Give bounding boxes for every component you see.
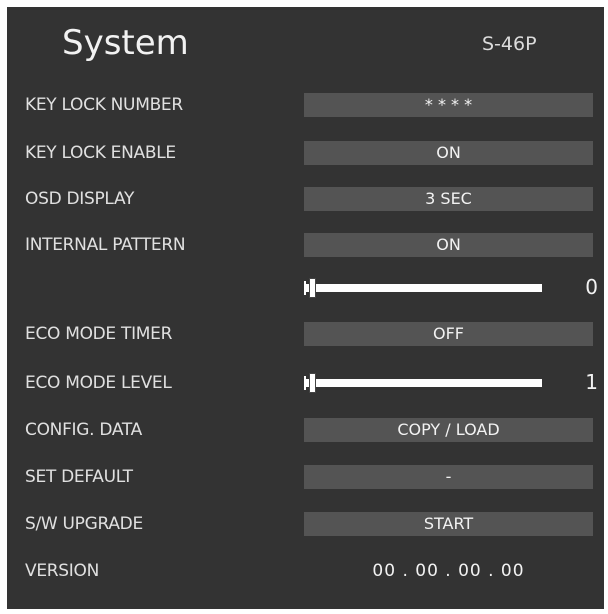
row-sw-upgrade: S/W UPGRADE START: [7, 510, 604, 540]
system-menu-panel: System S-46P KEY LOCK NUMBER * * * * KEY…: [7, 7, 604, 609]
internal-pattern-field[interactable]: ON: [304, 233, 593, 257]
row-set-default: SET DEFAULT -: [7, 463, 604, 493]
eco-mode-timer-field[interactable]: OFF: [304, 322, 593, 346]
eco-mode-timer-label: ECO MODE TIMER: [25, 324, 173, 344]
row-version: VERSION 00 . 00 . 00 . 00: [7, 557, 604, 587]
row-osd-display: OSD DISPLAY 3 SEC: [7, 185, 604, 215]
key-lock-enable-label: KEY LOCK ENABLE: [25, 143, 176, 163]
set-default-field[interactable]: -: [304, 465, 593, 489]
key-lock-number-field[interactable]: * * * *: [304, 93, 593, 117]
row-config-data: CONFIG. DATA COPY / LOAD: [7, 416, 604, 446]
slider-thumb[interactable]: [309, 373, 316, 393]
row-eco-mode-level: ECO MODE LEVEL 1: [7, 369, 604, 399]
key-lock-number-label: KEY LOCK NUMBER: [25, 95, 183, 115]
internal-pattern-label: INTERNAL PATTERN: [25, 235, 186, 255]
osd-display-field[interactable]: 3 SEC: [304, 187, 593, 211]
row-eco-mode-timer: ECO MODE TIMER OFF: [7, 320, 604, 350]
eco-mode-level-slider[interactable]: [304, 369, 542, 397]
version-label: VERSION: [25, 561, 99, 581]
key-lock-enable-field[interactable]: ON: [304, 141, 593, 165]
internal-pattern-slider-value: 0: [585, 275, 598, 299]
eco-mode-level-label: ECO MODE LEVEL: [25, 373, 172, 393]
model-label: S-46P: [482, 33, 537, 55]
version-value: 00 . 00 . 00 . 00: [372, 561, 525, 581]
slider-track: [306, 379, 542, 387]
config-data-field[interactable]: COPY / LOAD: [304, 418, 593, 442]
config-data-label: CONFIG. DATA: [25, 420, 142, 440]
slider-track: [306, 284, 542, 292]
set-default-label: SET DEFAULT: [25, 467, 133, 487]
eco-mode-level-value: 1: [585, 370, 598, 394]
page-title: System: [62, 23, 189, 63]
row-internal-pattern: INTERNAL PATTERN ON: [7, 231, 604, 261]
sw-upgrade-label: S/W UPGRADE: [25, 514, 143, 534]
internal-pattern-slider[interactable]: [304, 274, 542, 302]
slider-thumb[interactable]: [309, 278, 316, 298]
row-internal-pattern-slider: 0: [7, 274, 604, 304]
sw-upgrade-field[interactable]: START: [304, 512, 593, 536]
osd-display-label: OSD DISPLAY: [25, 189, 135, 209]
row-key-lock-enable: KEY LOCK ENABLE ON: [7, 139, 604, 169]
row-key-lock-number: KEY LOCK NUMBER * * * *: [7, 91, 604, 121]
